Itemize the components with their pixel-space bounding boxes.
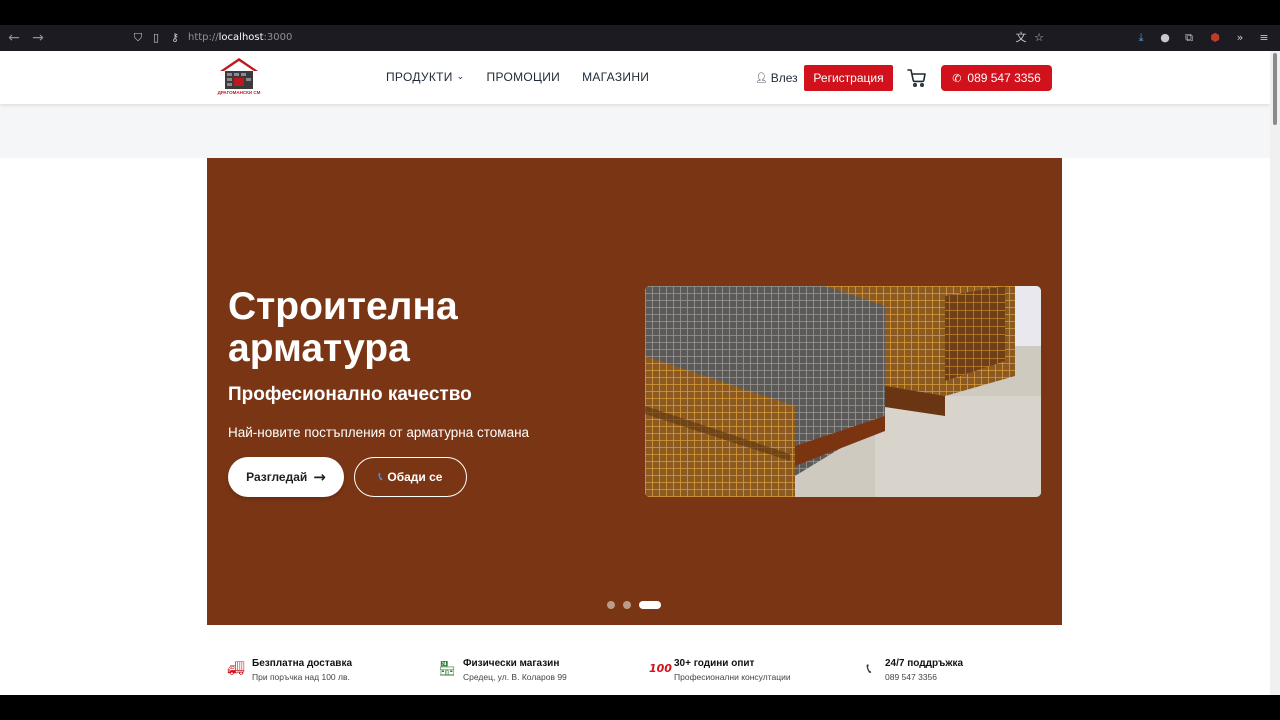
screen-bottom-bar (0, 695, 1280, 720)
feature-subtitle: Професионални консултации (674, 672, 791, 682)
main-nav: ПРОДУКТИ ⌄ ПРОМОЦИИ МАГАЗИНИ (386, 70, 671, 84)
feature-title: 24/7 поддръжка (885, 658, 964, 669)
scrollbar-thumb[interactable] (1273, 53, 1277, 125)
logo[interactable]: ДРАГОМАНСКИ СМ (216, 57, 262, 99)
nav-promotions[interactable]: ПРОМОЦИИ (487, 70, 561, 84)
carousel-dot-3[interactable] (639, 601, 661, 609)
call-button[interactable]: 📞︎ Обади се (354, 457, 467, 497)
carousel-dot-2[interactable] (623, 601, 631, 609)
register-button[interactable]: Регистрация (804, 65, 893, 91)
url-text[interactable]: http://localhost:3000 (188, 32, 292, 43)
feature-title: 30+ години опит (674, 658, 755, 669)
delivery-truck-icon: 🚚︎ (227, 661, 245, 677)
hero-title: Строителна арматура (228, 285, 458, 370)
header-spacer (0, 104, 1270, 158)
nav-stores[interactable]: МАГАЗИНИ (582, 70, 649, 84)
star-icon[interactable]: ☆ (1032, 30, 1046, 46)
download-icon[interactable]: ⤓ (1133, 30, 1149, 46)
chevron-down-icon: ⌄ (456, 72, 465, 82)
translate-icon[interactable]: 文 (1014, 30, 1028, 46)
login-label: Влез (770, 71, 798, 85)
phone-icon: ✆ (952, 71, 962, 85)
feature-title: Физически магазин (463, 658, 560, 669)
feature-subtitle: 089 547 3356 (885, 672, 937, 682)
key-icon[interactable]: ⚷ (168, 30, 182, 46)
nav-products[interactable]: ПРОДУКТИ ⌄ (386, 70, 465, 84)
phone-button[interactable]: ✆ 089 547 3356 (941, 65, 1052, 91)
phone-icon: 📞︎ (866, 661, 872, 677)
account-icon[interactable]: ● (1157, 30, 1173, 46)
hero-subtitle: Професионално качество (228, 384, 472, 405)
hero-carousel: Строителна арматура Професионално качест… (207, 158, 1062, 625)
feature-title: Безплатна доставка (252, 658, 353, 669)
carousel-indicators (607, 601, 661, 609)
url-bar[interactable]: ⛉ ▯ ⚷ http://localhost:3000 文 ☆ (126, 27, 1052, 49)
nav-products-label: ПРОДУКТИ (386, 70, 453, 84)
nav-promotions-label: ПРОМОЦИИ (486, 70, 561, 84)
logo-caption: ДРАГОМАНСКИ СМ (217, 90, 261, 95)
page-icon: ▯ (152, 31, 160, 44)
menu-icon[interactable]: ≡ (1256, 30, 1272, 46)
feature-subtitle: При поръчка над 100 лв. (252, 672, 350, 682)
overflow-icon[interactable]: » (1232, 30, 1248, 46)
ublock-icon[interactable]: ⬢ (1207, 30, 1223, 46)
hero-image-rebar-mesh (645, 286, 1041, 497)
carousel-dot-1[interactable] (607, 601, 615, 609)
extensions-icon[interactable]: ⧉ (1181, 30, 1197, 46)
phone-icon: 📞︎ (378, 470, 383, 483)
hundred-icon: 100 (649, 662, 672, 675)
feature-subtitle: Средец, ул. В. Коларов 99 (463, 672, 567, 682)
browse-button[interactable]: Разгледай → (228, 457, 344, 497)
page-viewport: ДРАГОМАНСКИ СМ ПРОДУКТИ ⌄ ПРОМОЦИИ МАГАЗ… (0, 51, 1270, 695)
phone-button-label: 089 547 3356 (967, 71, 1041, 85)
site-header: ДРАГОМАНСКИ СМ ПРОДУКТИ ⌄ ПРОМОЦИИ МАГАЗ… (0, 51, 1270, 104)
login-link[interactable]: 👤︎ Влез (755, 71, 798, 85)
hero-description: Най-новите постъпления от арматурна стом… (228, 425, 530, 440)
store-icon: 🏪︎ (438, 661, 456, 677)
features-strip: 🚚︎ Безплатна доставка При поръчка над 10… (227, 655, 1047, 685)
user-icon: 👤︎ (755, 72, 768, 84)
page-scrollbar[interactable] (1270, 51, 1280, 695)
browser-titlebar (0, 0, 1280, 25)
forward-icon[interactable]: → (29, 29, 47, 47)
arrow-right-icon: → (313, 468, 326, 486)
browser-toolbar: ← → ⛉ ▯ ⚷ http://localhost:3000 文 ☆ ⤓ ● … (0, 25, 1280, 51)
back-icon[interactable]: ← (5, 29, 23, 47)
call-button-label: Обади се (387, 470, 443, 484)
browse-button-label: Разгледай (246, 470, 308, 484)
nav-stores-label: МАГАЗИНИ (582, 70, 650, 84)
shield-icon[interactable]: ⛉ (131, 30, 145, 46)
cart-icon[interactable] (907, 68, 927, 88)
